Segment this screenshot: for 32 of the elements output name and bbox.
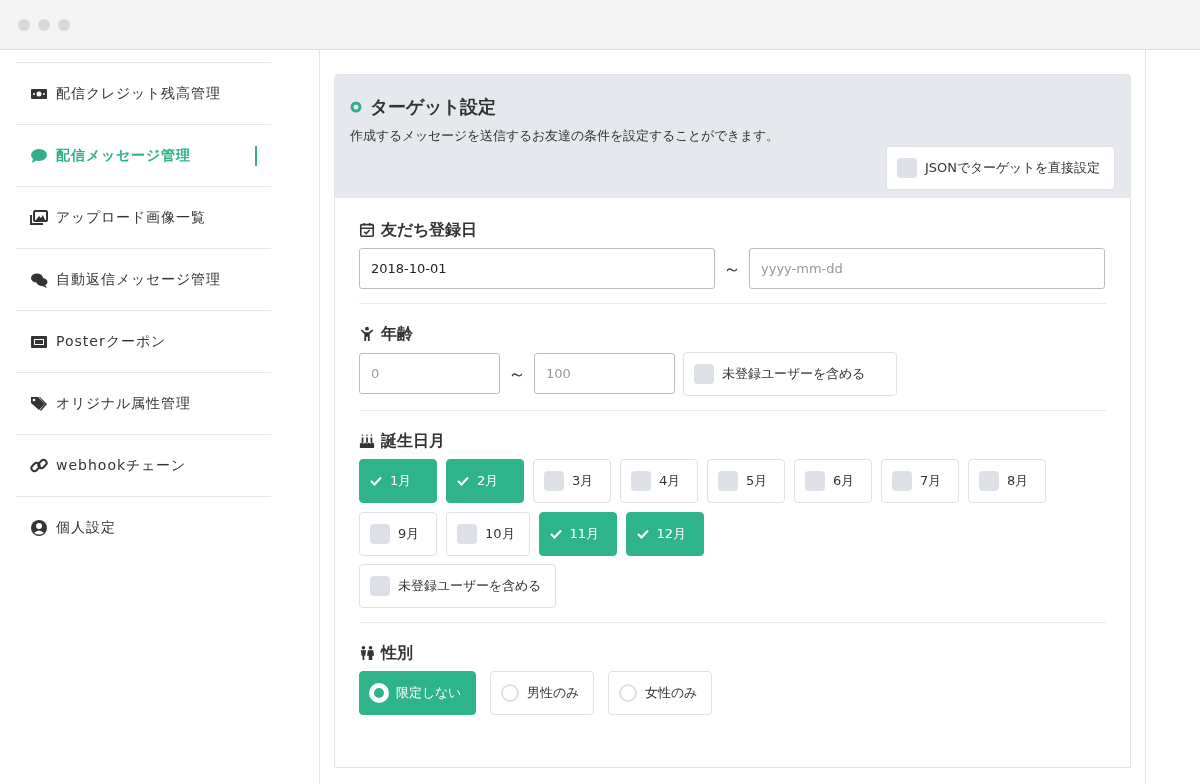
description-text: 作成するメッセージを送信するお友達の条件を設定することができます。 <box>350 127 780 145</box>
section-heading: 性別 <box>381 641 413 664</box>
radio-button[interactable]: 男性のみ <box>490 670 594 715</box>
date-field[interactable]: 2018-10-01 <box>359 247 715 289</box>
checkbox-button[interactable]: 未登録ユーザーを含める <box>359 563 556 608</box>
sidebar-item[interactable]: 個人設定 <box>16 496 271 558</box>
sidebar-item[interactable]: webhookチェーン <box>16 434 271 496</box>
sidebar-item[interactable]: オリジナル属性管理 <box>16 372 271 434</box>
range-separator: ～ <box>722 256 742 281</box>
month-checkbox[interactable]: 5月 <box>707 458 785 503</box>
month-checkbox[interactable]: 9月 <box>359 511 437 556</box>
sidebar-item[interactable]: アップロード画像一覧 <box>16 186 271 248</box>
month-checkbox[interactable]: 8月 <box>968 458 1046 503</box>
checkbox-button[interactable]: 未登録ユーザーを含める <box>683 351 897 396</box>
month-checkbox[interactable]: 7月 <box>881 458 959 503</box>
section-heading: 誕生日月 <box>381 429 445 452</box>
number-field[interactable]: 0 <box>359 353 500 394</box>
date-field[interactable]: yyyy-mm-dd <box>749 247 1105 289</box>
sidebar-item[interactable]: Posterクーポン <box>16 310 271 372</box>
radio-button[interactable]: 女性のみ <box>608 670 712 715</box>
month-checkbox[interactable]: 3月 <box>533 458 611 503</box>
sidebar-item[interactable]: 配信クレジット残高管理 <box>16 62 271 124</box>
section-heading: 友だち登録日 <box>381 218 477 241</box>
month-checkbox[interactable]: 10月 <box>446 511 530 556</box>
sidebar-item[interactable]: 自動返信メッセージ管理 <box>16 248 271 310</box>
number-field[interactable]: 100 <box>534 353 675 394</box>
month-checkbox[interactable]: 4月 <box>620 458 698 503</box>
section-heading: 年齢 <box>381 322 413 345</box>
section-title: ターゲット設定 <box>370 95 496 119</box>
month-checkbox[interactable]: 6月 <box>794 458 872 503</box>
range-separator: ～ <box>507 362 527 386</box>
json-toggle[interactable]: JSONでターゲットを直接設定 <box>885 145 1115 190</box>
